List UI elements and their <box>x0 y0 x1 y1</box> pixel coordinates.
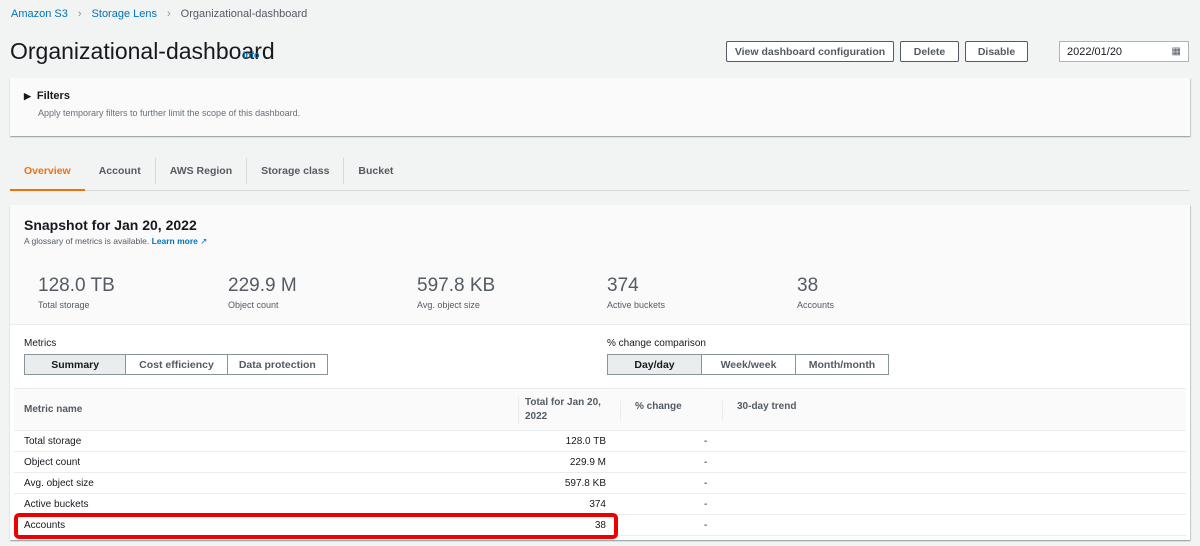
page-title: Organizational-dashboard <box>10 38 275 64</box>
comparison-label: % change comparison <box>607 338 706 349</box>
breadcrumb-storage-lens[interactable]: Storage Lens <box>92 8 157 20</box>
table-row: Avg. object size 597.8 KB - <box>14 473 1186 494</box>
filters-title: Filters <box>36 90 70 102</box>
metrics-data-protection[interactable]: Data protection <box>228 355 327 374</box>
metric-name: Active buckets <box>24 499 89 510</box>
metric-name: Avg. object size <box>24 478 94 489</box>
comparison-segmented-control: Day/day Week/week Month/month <box>607 354 889 375</box>
breadcrumb-amazon-s3[interactable]: Amazon S3 <box>11 8 68 20</box>
metrics-summary[interactable]: Summary <box>25 355 127 374</box>
caret-right-icon: ▶ <box>24 91 31 101</box>
column-metric-name[interactable]: Metric name <box>24 404 82 415</box>
tab-account[interactable]: Account <box>85 158 156 184</box>
metric-change: - <box>704 457 708 468</box>
glossary-text: A glossary of metrics is available. <box>24 236 150 246</box>
tabs: Overview Account AWS Region Storage clas… <box>10 158 1190 191</box>
kpi-avg-object-size: 597.8 KB Avg. object size <box>417 275 496 310</box>
metric-change: - <box>704 520 708 531</box>
delete-button[interactable]: Delete <box>900 41 959 62</box>
kpi-active-buckets: 374 Active buckets <box>607 275 666 310</box>
table-row: Total storage 128.0 TB - <box>14 431 1186 452</box>
calendar-icon[interactable]: ▦ <box>1172 46 1181 57</box>
tab-storage-class[interactable]: Storage class <box>247 158 345 184</box>
comparison-month[interactable]: Month/month <box>796 355 888 374</box>
metric-change: - <box>704 436 708 447</box>
highlight-box <box>14 513 618 539</box>
metric-change: - <box>704 478 708 489</box>
comparison-week[interactable]: Week/week <box>702 355 796 374</box>
breadcrumb-current: Organizational-dashboard <box>180 8 308 20</box>
filters-description: Apply temporary filters to further limit… <box>38 108 301 118</box>
chevron-right-icon: › <box>166 8 171 20</box>
metrics-cost-efficiency[interactable]: Cost efficiency <box>126 355 228 374</box>
column-change[interactable]: % change <box>620 401 682 421</box>
breadcrumb: Amazon S3 › Storage Lens › Organizational-… <box>11 8 307 20</box>
metric-total: 597.8 KB <box>564 478 606 489</box>
kpi-object-count: 229.9 M Object count <box>228 275 297 310</box>
metrics-segmented-control: Summary Cost efficiency Data protection <box>24 354 328 375</box>
view-dashboard-configuration-button[interactable]: View dashboard configuration <box>726 41 894 62</box>
comparison-day[interactable]: Day/day <box>608 355 702 374</box>
kpi-accounts: 38 Accounts <box>797 275 835 310</box>
chevron-right-icon: › <box>77 8 82 20</box>
date-value: 2022/01/20 <box>1067 45 1123 58</box>
learn-more-link[interactable]: Learn more <box>152 236 198 246</box>
tab-bucket[interactable]: Bucket <box>344 158 407 184</box>
column-30-day-trend: 30-day trend <box>722 401 796 421</box>
tab-overview[interactable]: Overview <box>10 158 85 191</box>
filters-panel: ▶ Filters Apply temporary filters to furt… <box>10 78 1190 136</box>
filters-toggle[interactable]: ▶ Filters <box>24 90 70 102</box>
table-row: Object count 229.9 M - <box>14 452 1186 473</box>
table-header: Metric name Total for Jan 20, 2022 % cha… <box>14 388 1186 431</box>
info-link[interactable]: Info <box>243 50 260 60</box>
metric-change: - <box>704 499 708 510</box>
metrics-label: Metrics <box>24 338 57 349</box>
external-link-icon: ↗ <box>200 236 208 246</box>
kpi-total-storage: 128.0 TB Total storage <box>38 275 115 310</box>
snapshot-title: Snapshot for Jan 20, 2022 <box>24 217 197 233</box>
metric-total: 374 <box>589 499 606 510</box>
tab-aws-region[interactable]: AWS Region <box>156 158 248 184</box>
metric-name: Total storage <box>24 436 82 447</box>
column-total[interactable]: Total for Jan 20, 2022 <box>518 396 608 424</box>
metric-total: 128.0 TB <box>565 436 606 447</box>
date-picker[interactable]: 2022/01/20 ▦ <box>1059 41 1189 62</box>
disable-button[interactable]: Disable <box>965 41 1028 62</box>
metric-total: 229.9 M <box>569 457 606 468</box>
table-row: Active buckets 374 - <box>14 494 1186 515</box>
metric-name: Object count <box>24 457 81 468</box>
